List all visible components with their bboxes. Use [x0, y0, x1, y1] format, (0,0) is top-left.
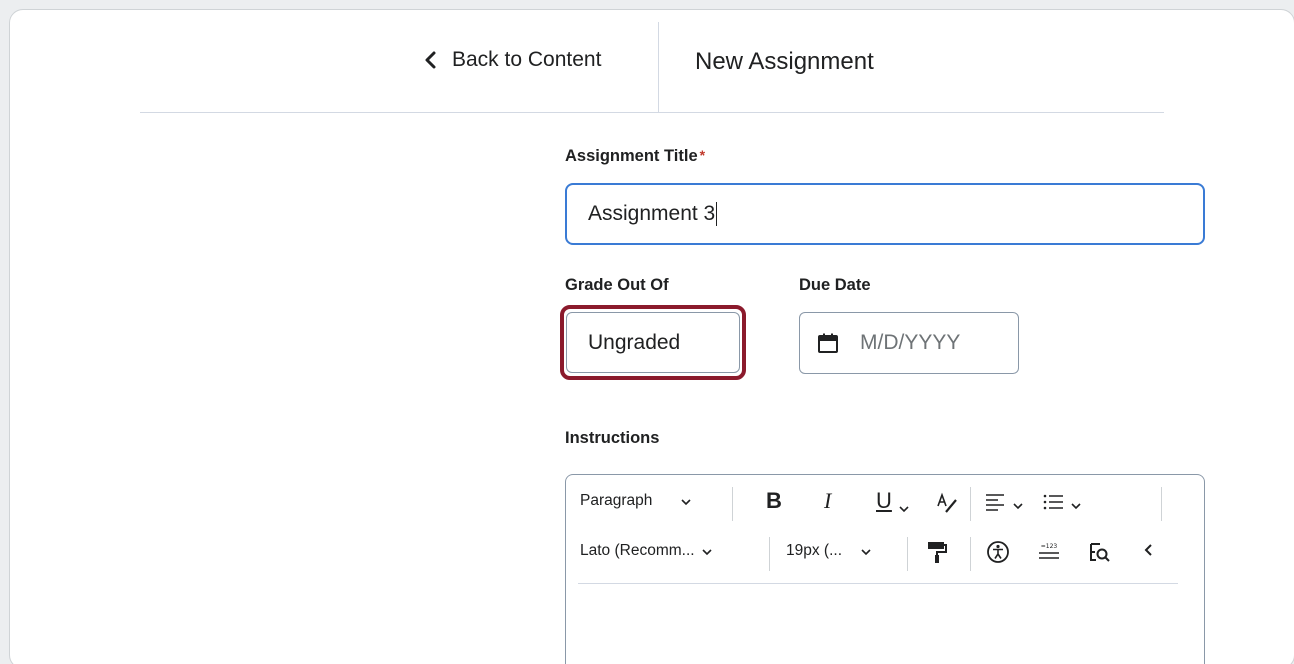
assignment-title-value: Assignment 3: [588, 202, 716, 225]
more-toolbar-button[interactable]: [1142, 542, 1154, 563]
chevron-down-icon: [701, 545, 713, 557]
toolbar-separator: [769, 537, 770, 571]
underline-label: U: [876, 488, 892, 513]
assignment-title-label: Assignment Title *: [565, 147, 705, 166]
assignment-title-label-text: Assignment Title: [565, 147, 698, 165]
toolbar-separator: [1161, 487, 1162, 521]
toolbar-separator: [970, 487, 971, 521]
grade-value: Ungraded: [588, 330, 681, 354]
text-color-button[interactable]: [936, 492, 960, 519]
chevron-down-icon: [680, 495, 692, 507]
align-left-icon: [984, 492, 1006, 517]
font-family-select[interactable]: Lato (Recomm...: [580, 542, 713, 560]
header-divider: [658, 22, 659, 113]
toolbar-separator: [907, 537, 908, 571]
list-button[interactable]: [1042, 492, 1082, 517]
underline-button[interactable]: U: [876, 488, 910, 514]
font-size-label: 19px (...: [786, 542, 842, 559]
svg-text:=123: =123: [1041, 543, 1058, 550]
italic-button[interactable]: I: [824, 488, 831, 514]
find-replace-button[interactable]: [1088, 540, 1112, 569]
paragraph-format-label: Paragraph: [580, 492, 653, 509]
back-to-content-link[interactable]: Back to Content: [420, 48, 601, 72]
font-color-icon: [936, 492, 960, 519]
required-mark: *: [699, 147, 706, 163]
toolbar-separator: [970, 537, 971, 571]
due-date-label: Due Date: [799, 276, 871, 294]
chevron-down-icon: [1012, 499, 1024, 511]
calendar-icon: [818, 333, 838, 353]
font-size-select[interactable]: 19px (...: [786, 542, 872, 560]
text-caret: [716, 202, 718, 226]
format-painter-button[interactable]: [926, 540, 948, 569]
find-replace-icon: [1088, 540, 1112, 569]
grade-out-of-label: Grade Out Of: [565, 276, 669, 294]
chevron-down-icon: [860, 545, 872, 557]
grade-out-of-button[interactable]: Ungraded: [566, 312, 740, 373]
page-title: New Assignment: [695, 48, 874, 75]
accessibility-icon: [986, 540, 1010, 569]
toolbar-separator: [732, 487, 733, 521]
align-button[interactable]: [984, 492, 1024, 517]
bullet-list-icon: [1042, 492, 1064, 517]
chevron-down-icon: [898, 495, 910, 513]
paragraph-format-select[interactable]: Paragraph: [580, 492, 692, 510]
page-header: [140, 10, 1164, 113]
back-to-content-label: Back to Content: [452, 48, 602, 71]
format-painter-icon: [926, 540, 948, 569]
due-date-input[interactable]: M/D/YYYY: [799, 312, 1019, 374]
app-frame: Back to Content New Assignment Assignmen…: [9, 9, 1294, 664]
font-family-label: Lato (Recomm...: [580, 542, 695, 559]
accessibility-checker-button[interactable]: [986, 540, 1010, 569]
instructions-editor[interactable]: Paragraph B I U Lato (Recomm... 19px (..…: [565, 474, 1205, 664]
instructions-label: Instructions: [565, 429, 660, 447]
word-count-icon: =123: [1036, 540, 1062, 569]
word-count-button[interactable]: =123: [1036, 540, 1062, 569]
chevron-left-icon: [420, 49, 442, 71]
bold-button[interactable]: B: [766, 488, 782, 514]
chevron-left-icon: [1142, 542, 1154, 563]
toolbar-divider: [578, 583, 1178, 584]
assignment-title-input[interactable]: Assignment 3: [565, 183, 1205, 245]
chevron-down-icon: [1070, 499, 1082, 511]
due-date-placeholder: M/D/YYYY: [860, 331, 961, 354]
